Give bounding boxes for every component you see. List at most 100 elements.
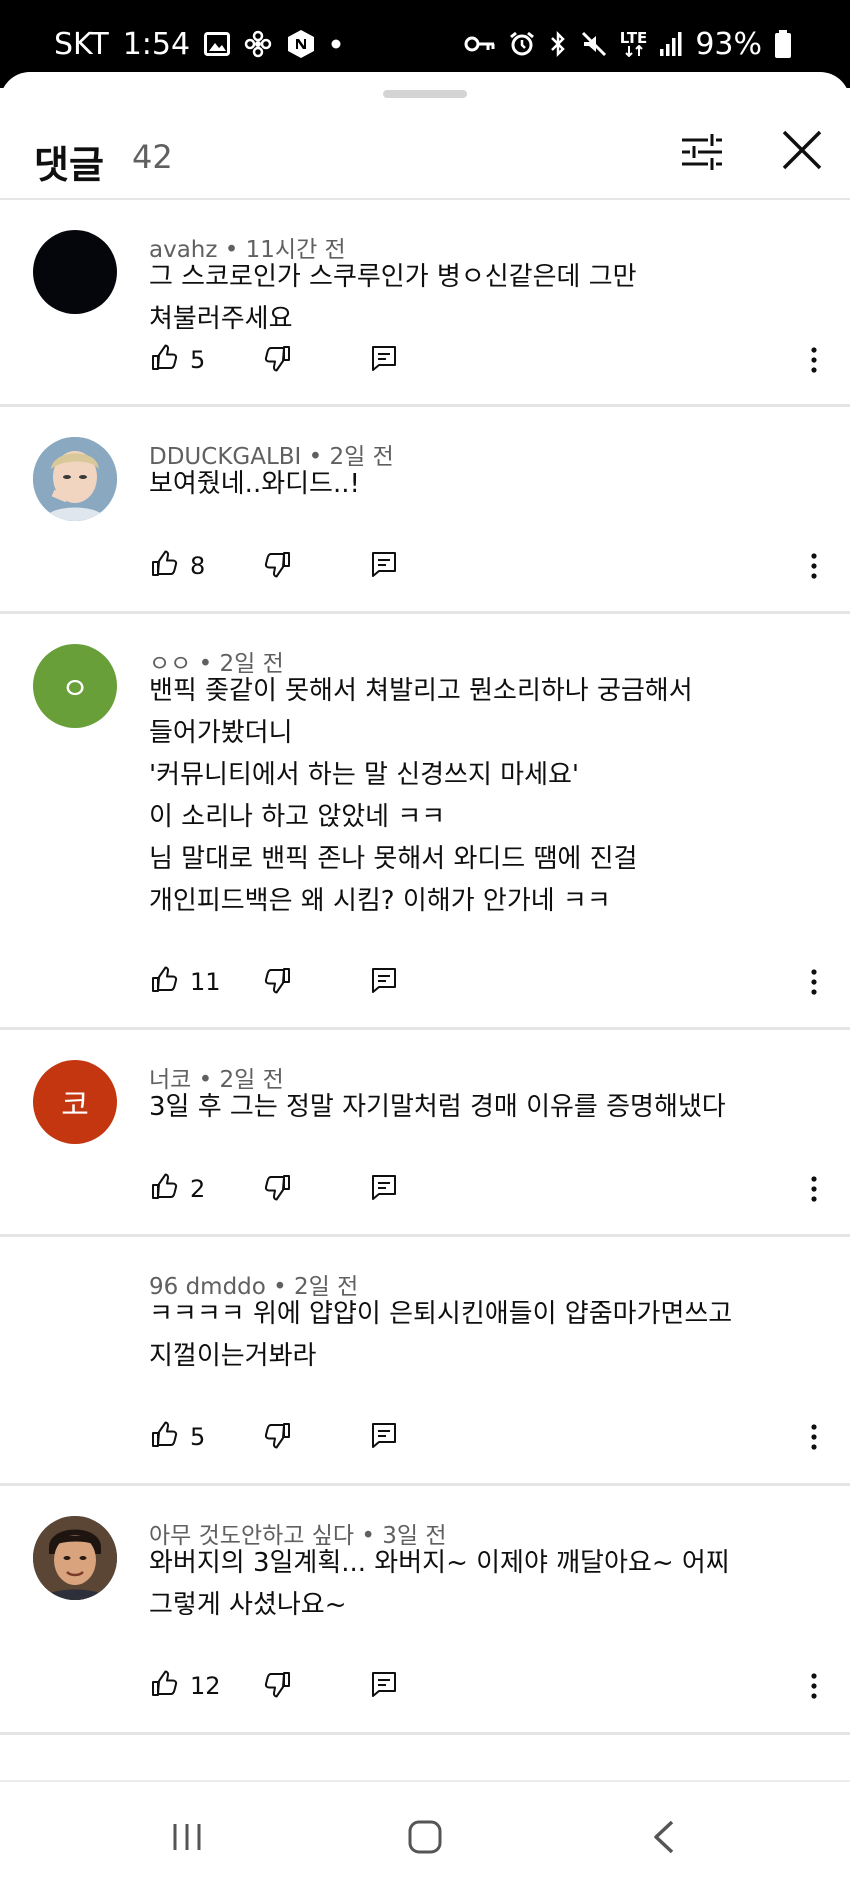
alarm-icon: [508, 30, 536, 58]
battery-icon: [774, 29, 792, 59]
reply-icon: [370, 550, 398, 582]
comment-line: 밴픽 좆같이 못해서 쳐발리고 뭔소리하나 궁금해서: [149, 676, 693, 706]
comment-line: ㅋㅋㅋㅋ 위에 얍얍이 은퇴시킨애들이 얍줌마가면쓰고: [149, 1299, 733, 1329]
like-button[interactable]: 2: [150, 1165, 205, 1213]
comment-line: 보여줬네..와디드..!: [149, 469, 360, 499]
thumb-down-icon: [264, 344, 292, 376]
comment-line: 님 말대로 밴픽 존나 못해서 와디드 땜에 진걸: [149, 844, 638, 874]
clock: 1:54: [122, 26, 191, 62]
dislike-button[interactable]: [264, 336, 292, 384]
comment-text: 그 스코로인가 스쿠루인가 병ㅇ신같은데 그만 쳐불러주세요: [149, 256, 637, 340]
comment-item: 아무 것도안하고 싶다 • 3일 전 와버지의 3일계획... 와버지~ 이제야…: [0, 1486, 850, 1735]
reply-button[interactable]: [370, 542, 398, 590]
comment-line: 그 스코로인가 스쿠루인가 병ㅇ신같은데 그만: [149, 262, 637, 292]
avatar-initial: 코: [61, 1088, 89, 1123]
reply-button[interactable]: [370, 1662, 398, 1710]
more-vert-icon[interactable]: [798, 1165, 830, 1213]
like-count: 2: [190, 1175, 206, 1203]
comment-list: avahz • 11시간 전 그 스코로인가 스쿠루인가 병ㅇ신같은데 그만 쳐…: [0, 200, 850, 1735]
dislike-button[interactable]: [264, 1413, 292, 1461]
reply-button[interactable]: [370, 958, 398, 1006]
like-count: 12: [190, 1672, 221, 1700]
dislike-button[interactable]: [264, 958, 292, 1006]
recent-apps-icon[interactable]: [172, 1822, 202, 1856]
like-button[interactable]: 11: [150, 958, 221, 1006]
comment-count: 42: [132, 138, 173, 176]
avatar[interactable]: [33, 1516, 117, 1600]
reply-button[interactable]: [370, 1413, 398, 1461]
comment-actions: 2: [0, 1165, 850, 1213]
page-title: 댓글: [34, 143, 104, 187]
thumb-down-icon: [264, 966, 292, 998]
dislike-button[interactable]: [264, 1662, 292, 1710]
status-right: LTE 93%: [464, 27, 792, 62]
thumb-up-icon: [150, 344, 178, 376]
more-vert-icon[interactable]: [798, 542, 830, 590]
image-icon: [204, 32, 231, 56]
dislike-button[interactable]: [264, 1165, 292, 1213]
comments-header: 댓글 42: [0, 124, 850, 196]
network-label: LTE: [619, 29, 648, 47]
thumb-down-icon: [264, 1670, 292, 1702]
key-icon: [464, 34, 496, 54]
like-button[interactable]: 8: [150, 542, 205, 590]
n-app-icon: [286, 29, 316, 59]
comment-actions: 12: [0, 1662, 850, 1710]
avatar[interactable]: [33, 230, 117, 314]
thumb-up-icon: [150, 1670, 178, 1702]
sort-filter-icon[interactable]: [678, 128, 726, 176]
like-count: 11: [190, 968, 221, 996]
pinwheel-icon: [244, 30, 272, 58]
status-left: SKT 1:54: [54, 27, 342, 62]
avatar[interactable]: ㅇ: [33, 644, 117, 728]
system-nav-bar: [0, 1780, 850, 1889]
reply-icon: [370, 966, 398, 998]
comment-item: ㅇ ㅇㅇ • 2일 전 밴픽 좆같이 못해서 쳐발리고 뭔소리하나 궁금해서 들…: [0, 614, 850, 1030]
like-count: 5: [190, 346, 206, 374]
like-button[interactable]: 5: [150, 1413, 205, 1461]
comment-text: 3일 후 그는 정말 자기말처럼 경매 이유를 증명해냈다: [149, 1086, 726, 1128]
avatar[interactable]: [33, 1267, 117, 1351]
comment-actions: 11: [0, 958, 850, 1006]
comment-text: 밴픽 좆같이 못해서 쳐발리고 뭔소리하나 궁금해서 들어가봤더니 '커뮤니티에…: [149, 670, 693, 922]
avatar[interactable]: 코: [33, 1060, 117, 1144]
avatar-initial: ㅇ: [61, 672, 89, 707]
comment-line: '커뮤니티에서 하는 말 신경쓰지 마세요': [149, 760, 580, 790]
more-vert-icon[interactable]: [798, 1662, 830, 1710]
like-button[interactable]: 5: [150, 336, 205, 384]
comments-sheet: 댓글 42 avahz • 11시간 전 그 스코로인가 스쿠루인가 병ㅇ신같은…: [0, 72, 850, 1889]
drag-handle[interactable]: [383, 90, 467, 98]
back-icon[interactable]: [652, 1820, 676, 1858]
more-vert-icon[interactable]: [798, 958, 830, 1006]
reply-icon: [370, 1173, 398, 1205]
comment-item: 코 너코 • 2일 전 3일 후 그는 정말 자기말처럼 경매 이유를 증명해냈…: [0, 1030, 850, 1237]
reply-icon: [370, 1670, 398, 1702]
comment-actions: 5: [0, 336, 850, 384]
signal-icon: [659, 31, 683, 57]
comment-line: 그렇게 사셨나요~: [149, 1590, 347, 1620]
comment-item: 96 dmddo • 2일 전 ㅋㅋㅋㅋ 위에 얍얍이 은퇴시킨애들이 얍줌마가…: [0, 1237, 850, 1486]
close-icon[interactable]: [776, 124, 828, 176]
more-vert-icon[interactable]: [798, 1413, 830, 1461]
comment-line: 이 소리나 하고 앉았네 ㅋㅋ: [149, 802, 446, 832]
avatar[interactable]: [33, 437, 117, 521]
like-count: 8: [190, 552, 206, 580]
mute-icon: [580, 30, 608, 58]
reply-icon: [370, 344, 398, 376]
like-button[interactable]: 12: [150, 1662, 221, 1710]
thumb-down-icon: [264, 1421, 292, 1453]
thumb-up-icon: [150, 550, 178, 582]
bluetooth-icon: [548, 30, 568, 58]
dislike-button[interactable]: [264, 542, 292, 590]
reply-icon: [370, 1421, 398, 1453]
comment-text: 보여줬네..와디드..!: [149, 463, 360, 505]
thumb-up-icon: [150, 966, 178, 998]
more-vert-icon[interactable]: [798, 336, 830, 384]
reply-button[interactable]: [370, 1165, 398, 1213]
comment-text: 와버지의 3일계획... 와버지~ 이제야 깨달아요~ 어찌 그렇게 사셨나요~: [149, 1542, 730, 1626]
comment-item: DDUCKGALBI • 2일 전 보여줬네..와디드..! 8: [0, 407, 850, 614]
comment-line: 들어가봤더니: [149, 718, 293, 748]
like-count: 5: [190, 1423, 206, 1451]
reply-button[interactable]: [370, 336, 398, 384]
home-icon[interactable]: [408, 1820, 442, 1858]
